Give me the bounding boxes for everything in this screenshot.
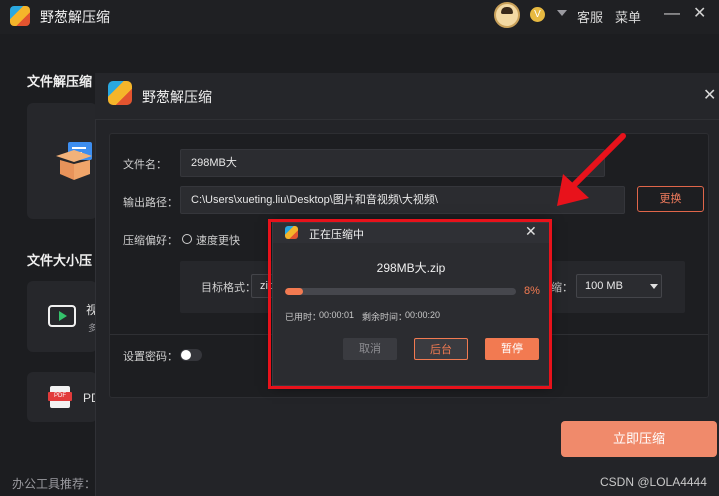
speed-option-label: 速度更快 [196, 235, 240, 247]
filename-input[interactable]: 298MB大 [180, 149, 605, 177]
annotation-arrow-icon [557, 133, 626, 206]
filename-label: 文件名： [123, 159, 167, 171]
toggle-knob [181, 350, 191, 360]
vip-badge-icon[interactable]: V [530, 7, 545, 22]
elapsed-label: 已用时： [285, 312, 322, 322]
output-path-label: 输出路径： [123, 197, 178, 209]
run-in-background-button[interactable]: 后台 [414, 338, 468, 360]
customer-service-link[interactable]: 客服 [577, 7, 603, 26]
progress-file-name: 298MB大.zip [376, 261, 446, 275]
menu-link[interactable]: 菜单 [615, 7, 641, 26]
target-size-value: 100 MB [585, 280, 623, 292]
minimize-button[interactable]: — [664, 4, 680, 24]
watermark: CSDN @LOLA4444 [600, 475, 707, 489]
office-tools-label: 办公工具推荐： [12, 477, 97, 491]
progress-title: 正在压缩中 [309, 229, 364, 241]
dialog-close-button[interactable]: ✕ [703, 85, 716, 105]
cancel-button[interactable]: 取消 [343, 338, 397, 360]
progress-bar [285, 288, 516, 295]
progress-bar-fill [285, 288, 304, 295]
video-icon [48, 305, 76, 327]
target-format-label: 目标格式： [201, 282, 256, 294]
target-size-label: 缩： [551, 282, 573, 294]
target-format-select[interactable]: zip [251, 274, 274, 298]
pdf-icon: PDF [48, 386, 72, 408]
change-path-button[interactable]: 更换 [637, 186, 704, 212]
app-logo-icon [10, 6, 30, 26]
progress-logo-icon [285, 226, 298, 239]
target-size-select[interactable]: 100 MB [576, 274, 662, 298]
elapsed-value: 00:00:01 [319, 310, 355, 320]
section-title-size-compress: 文件大小压 [27, 253, 93, 268]
progress-close-button[interactable]: ✕ [525, 223, 537, 240]
open-box-icon [56, 142, 92, 180]
account-dropdown-icon[interactable] [557, 10, 567, 16]
compress-now-button[interactable]: 立即压缩 [561, 421, 717, 457]
chevron-down-icon [650, 284, 658, 289]
close-window-button[interactable]: ✕ [693, 4, 706, 24]
progress-modal [272, 222, 550, 386]
app-title: 野葱解压缩 [40, 9, 110, 25]
dialog-title: 野葱解压缩 [142, 89, 212, 105]
speed-radio[interactable] [182, 234, 192, 244]
remaining-value: 00:00:20 [405, 310, 441, 320]
pause-button[interactable]: 暂停 [485, 338, 539, 360]
preference-label: 压缩偏好： [123, 235, 178, 247]
remaining-label: 剩余时间： [362, 312, 408, 322]
user-avatar[interactable] [494, 2, 520, 28]
section-title-decompress: 文件解压缩 [27, 74, 93, 89]
password-label: 设置密码： [123, 351, 178, 363]
dialog-logo-icon [108, 81, 132, 105]
progress-percent: 8% [524, 285, 540, 297]
